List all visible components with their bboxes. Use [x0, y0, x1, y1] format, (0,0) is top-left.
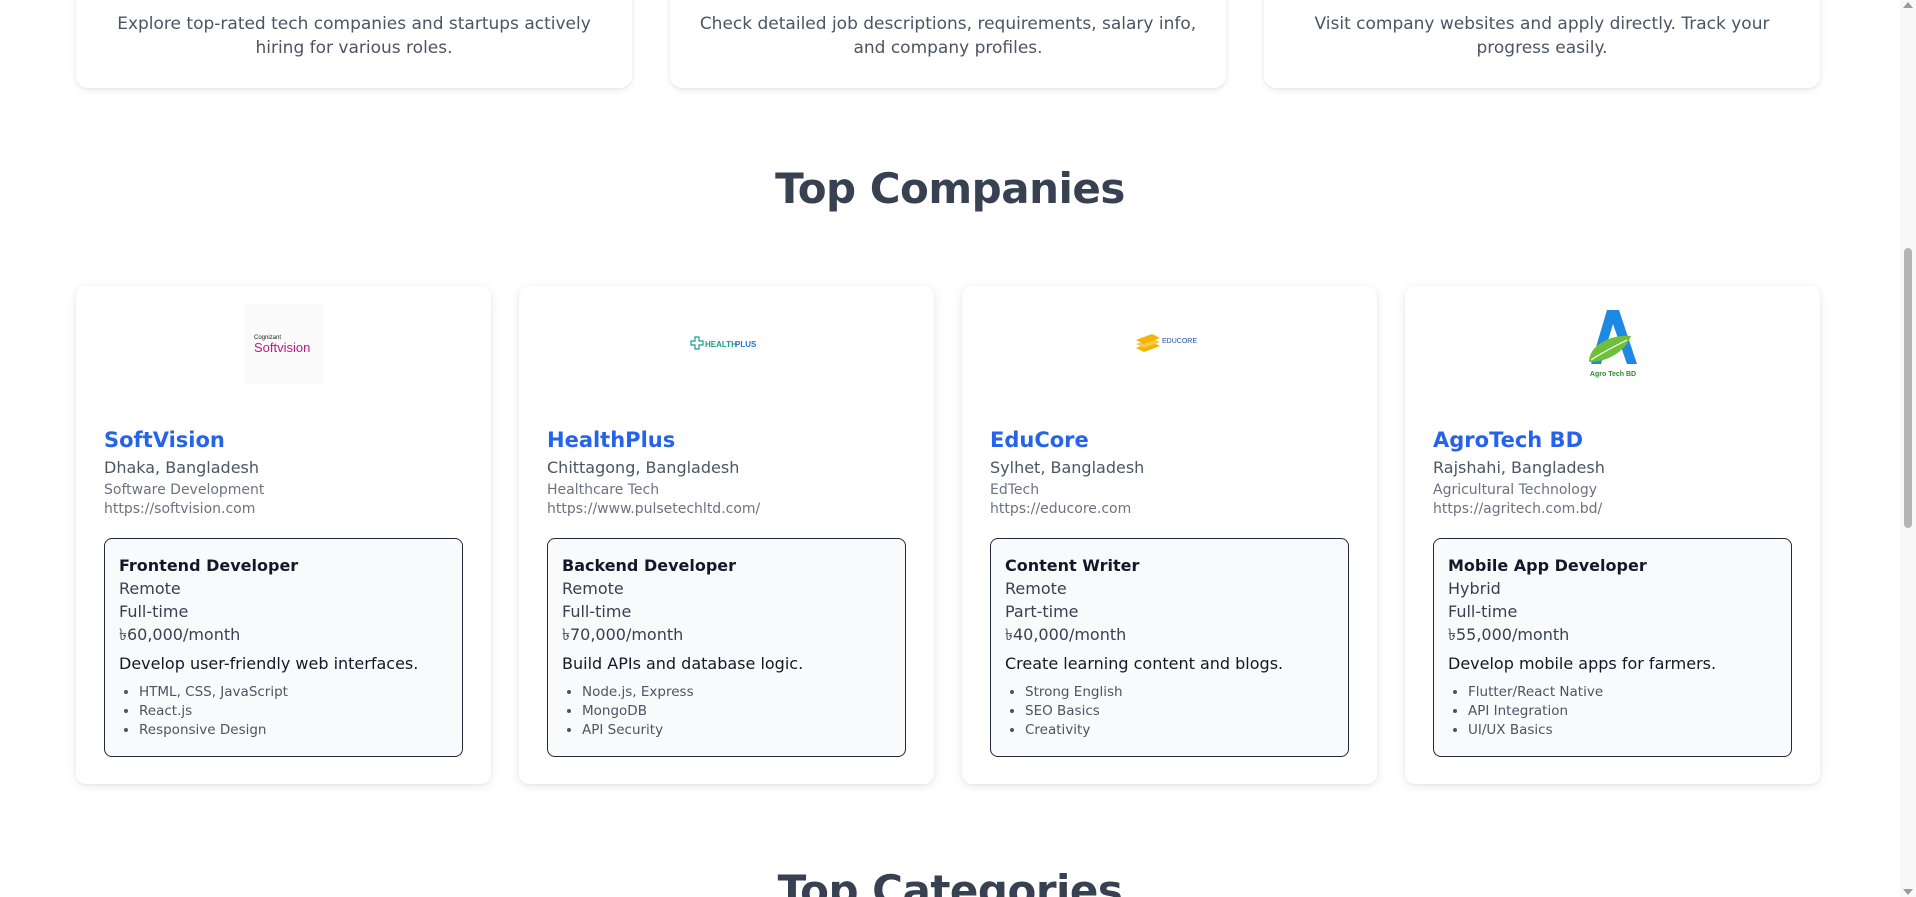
scroll-down-arrow-icon[interactable] — [1903, 889, 1913, 895]
skill-item: Creativity — [1025, 721, 1334, 740]
company-logo-softvision: Cognizant Softvision — [243, 304, 324, 384]
company-logo-agrotech: Agro Tech BD — [1573, 304, 1653, 384]
job-type: Part-time — [1005, 602, 1079, 621]
feature-card-apply: Visit company websites and apply directl… — [1264, 0, 1820, 88]
company-logo-educore: EDUCORE — [1130, 304, 1210, 384]
job-salary: ৳70,000/month — [562, 625, 684, 644]
job-skills-list: Node.js, Express MongoDB API Security — [562, 683, 891, 740]
skill-item: Responsive Design — [139, 721, 448, 740]
skill-item: API Integration — [1468, 702, 1777, 721]
company-website-link[interactable]: https://agritech.com.bd/ — [1433, 501, 1602, 517]
feature-cards-row: Explore top-rated tech companies and sta… — [76, 0, 1820, 88]
skill-item: HTML, CSS, JavaScript — [139, 683, 448, 702]
section-title-top-companies: Top Companies — [775, 164, 1125, 213]
job-title: Backend Developer — [562, 556, 737, 575]
feature-text: Visit company websites and apply directl… — [1314, 14, 1770, 58]
company-industry: Software Development — [104, 482, 265, 498]
job-skills-list: HTML, CSS, JavaScript React.js Responsiv… — [119, 683, 448, 740]
job-description: Create learning content and blogs. — [1005, 654, 1284, 673]
agrotech-logo-icon: Agro Tech BD — [1588, 310, 1637, 378]
job-title: Content Writer — [1005, 556, 1140, 575]
job-salary: ৳60,000/month — [119, 625, 241, 644]
job-salary: ৳40,000/month — [1005, 625, 1127, 644]
company-card-softvision[interactable]: Cognizant Softvision SoftVision Dhaka, B… — [76, 286, 491, 784]
section-title-top-categories: Top Categories — [777, 866, 1123, 897]
company-location: Chittagong, Bangladesh — [547, 458, 740, 477]
job-description: Build APIs and database logic. — [562, 654, 804, 673]
page: Explore top-rated tech companies and sta… — [0, 0, 1900, 897]
feature-text: Check detailed job descriptions, require… — [699, 14, 1197, 58]
job-type: Full-time — [562, 602, 632, 621]
job-mode: Remote — [562, 579, 624, 598]
company-card-agrotech[interactable]: Agro Tech BD AgroTech BD Rajshahi, Bangl… — [1405, 286, 1820, 784]
skill-item: MongoDB — [582, 702, 891, 721]
logo-wordmark-b: PLUS — [735, 340, 757, 349]
company-name[interactable]: HealthPlus — [547, 428, 675, 452]
scrollbar-thumb[interactable] — [1904, 248, 1912, 528]
company-website-link[interactable]: https://softvision.com — [104, 501, 255, 517]
logo-wordmark: EDUCORE — [1162, 338, 1197, 345]
softvision-logo-icon: Cognizant Softvision — [243, 304, 324, 384]
skill-item: Node.js, Express — [582, 683, 891, 702]
job-title: Frontend Developer — [119, 556, 299, 575]
job-mode: Hybrid — [1448, 579, 1501, 598]
job-listing: Content Writer Remote Part-time ৳40,000/… — [990, 538, 1349, 757]
company-location: Dhaka, Bangladesh — [104, 458, 260, 477]
healthplus-logo-icon: HEALTH PLUS — [689, 336, 757, 350]
job-listing: Frontend Developer Remote Full-time ৳60,… — [104, 538, 463, 757]
skill-item: API Security — [582, 721, 891, 740]
job-description: Develop mobile apps for farmers. — [1448, 654, 1717, 673]
company-location: Sylhet, Bangladesh — [990, 458, 1145, 477]
logo-wordmark: Agro Tech BD — [1589, 371, 1635, 378]
company-industry: EdTech — [990, 482, 1040, 498]
job-listing: Mobile App Developer Hybrid Full-time ৳5… — [1433, 538, 1792, 757]
company-industry: Healthcare Tech — [547, 482, 660, 498]
feature-card-explore: Explore top-rated tech companies and sta… — [76, 0, 632, 88]
skill-item: React.js — [139, 702, 448, 721]
skill-item: Strong English — [1025, 683, 1334, 702]
company-name[interactable]: EduCore — [990, 428, 1089, 452]
job-description: Develop user-friendly web interfaces. — [119, 654, 419, 673]
job-mode: Remote — [119, 579, 181, 598]
job-mode: Remote — [1005, 579, 1067, 598]
skill-item: Flutter/React Native — [1468, 683, 1777, 702]
company-name[interactable]: AgroTech BD — [1433, 428, 1583, 452]
logo-wordmark: Softvision — [254, 340, 310, 355]
company-website-link[interactable]: https://educore.com — [990, 501, 1131, 517]
job-skills-list: Flutter/React Native API Integration UI/… — [1448, 683, 1777, 740]
company-website-link[interactable]: https://www.pulsetechltd.com/ — [547, 501, 760, 517]
logo-wordmark-a: HEALTH — [705, 340, 737, 349]
job-type: Full-time — [119, 602, 189, 621]
company-card-healthplus[interactable]: HEALTH PLUS HealthPlus Chittagong, Bangl… — [519, 286, 934, 784]
feature-text: Explore top-rated tech companies and sta… — [117, 14, 591, 58]
feature-card-details: Check detailed job descriptions, require… — [670, 0, 1226, 88]
company-card-educore[interactable]: EDUCORE EduCore Sylhet, Bangladesh EdTec… — [962, 286, 1377, 784]
job-listing: Backend Developer Remote Full-time ৳70,0… — [547, 538, 906, 757]
job-title: Mobile App Developer — [1448, 556, 1647, 575]
educore-logo-icon: EDUCORE — [1135, 334, 1197, 352]
scroll-up-arrow-icon[interactable] — [1903, 2, 1913, 8]
company-logo-healthplus: HEALTH PLUS — [687, 304, 767, 384]
company-location: Rajshahi, Bangladesh — [1433, 458, 1605, 477]
company-industry: Agricultural Technology — [1433, 482, 1598, 498]
company-name[interactable]: SoftVision — [104, 428, 225, 452]
job-salary: ৳55,000/month — [1448, 625, 1570, 644]
skill-item: UI/UX Basics — [1468, 721, 1777, 740]
job-skills-list: Strong English SEO Basics Creativity — [1005, 683, 1334, 740]
company-grid: Cognizant Softvision SoftVision Dhaka, B… — [76, 286, 1820, 784]
skill-item: SEO Basics — [1025, 702, 1334, 721]
job-type: Full-time — [1448, 602, 1518, 621]
page-scrollbar[interactable] — [1900, 0, 1916, 897]
